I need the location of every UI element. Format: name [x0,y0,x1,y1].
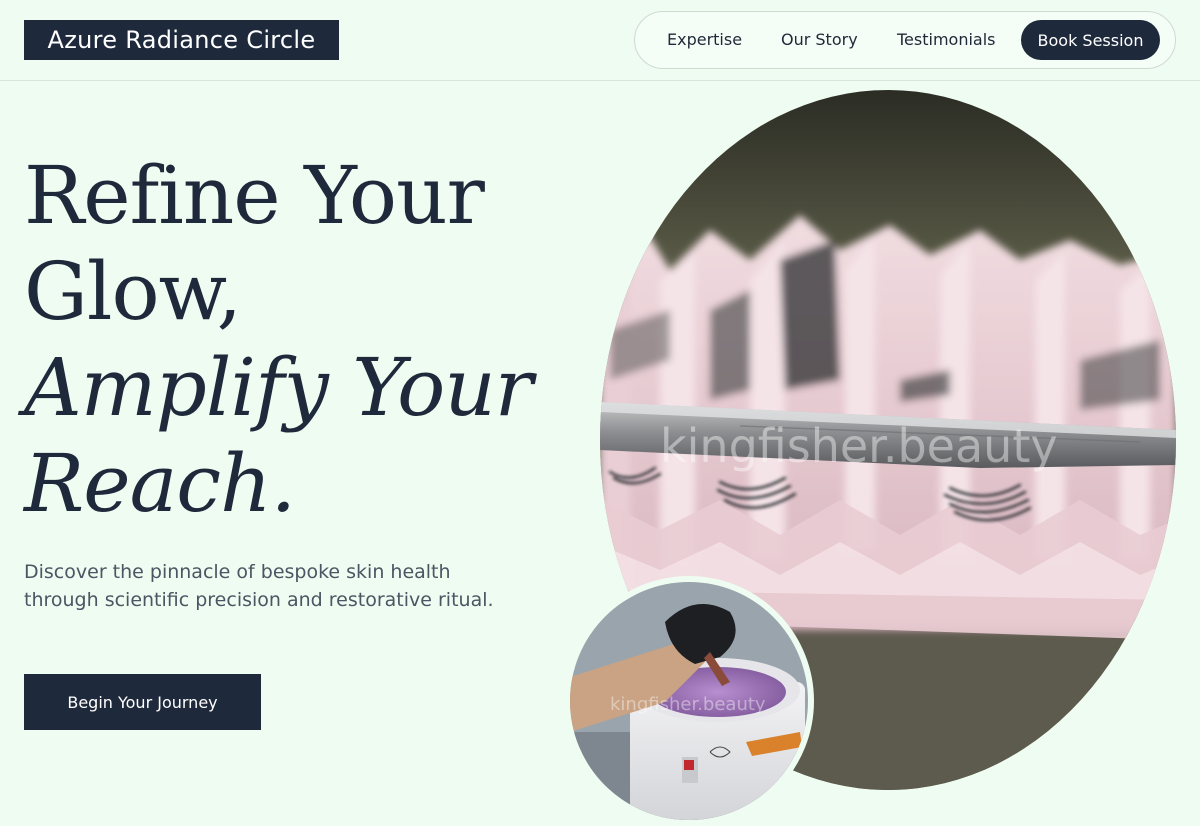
image-watermark: kingfisher.beauty [610,694,766,715]
headline-line-italic: Amplify Your [24,341,533,434]
nav-link-expertise[interactable]: Expertise [667,30,742,49]
image-watermark: kingfisher.beauty [660,419,1058,473]
main-nav: Expertise Our Story Testimonials Book Se… [634,11,1176,69]
hero-subtitle: Discover the pinnacle of bespoke skin he… [24,561,494,611]
wax-warmer-photo: kingfisher.beauty [570,582,808,820]
begin-journey-button[interactable]: Begin Your Journey [24,674,261,730]
brand-logo[interactable]: Azure Radiance Circle [24,20,339,60]
headline-line-italic: Reach. [24,437,296,530]
nav-link-our-story[interactable]: Our Story [781,30,858,49]
hero-secondary-image: kingfisher.beauty [564,576,814,826]
headline-line: Refine Your [24,149,485,242]
hero-headline: Refine Your Glow, Amplify Your Reach. [24,148,544,532]
book-session-button[interactable]: Book Session [1021,20,1160,60]
nav-link-testimonials[interactable]: Testimonials [897,30,996,49]
top-navigation-bar: Azure Radiance Circle Expertise Our Stor… [0,0,1200,81]
headline-line: Glow, [24,245,242,338]
